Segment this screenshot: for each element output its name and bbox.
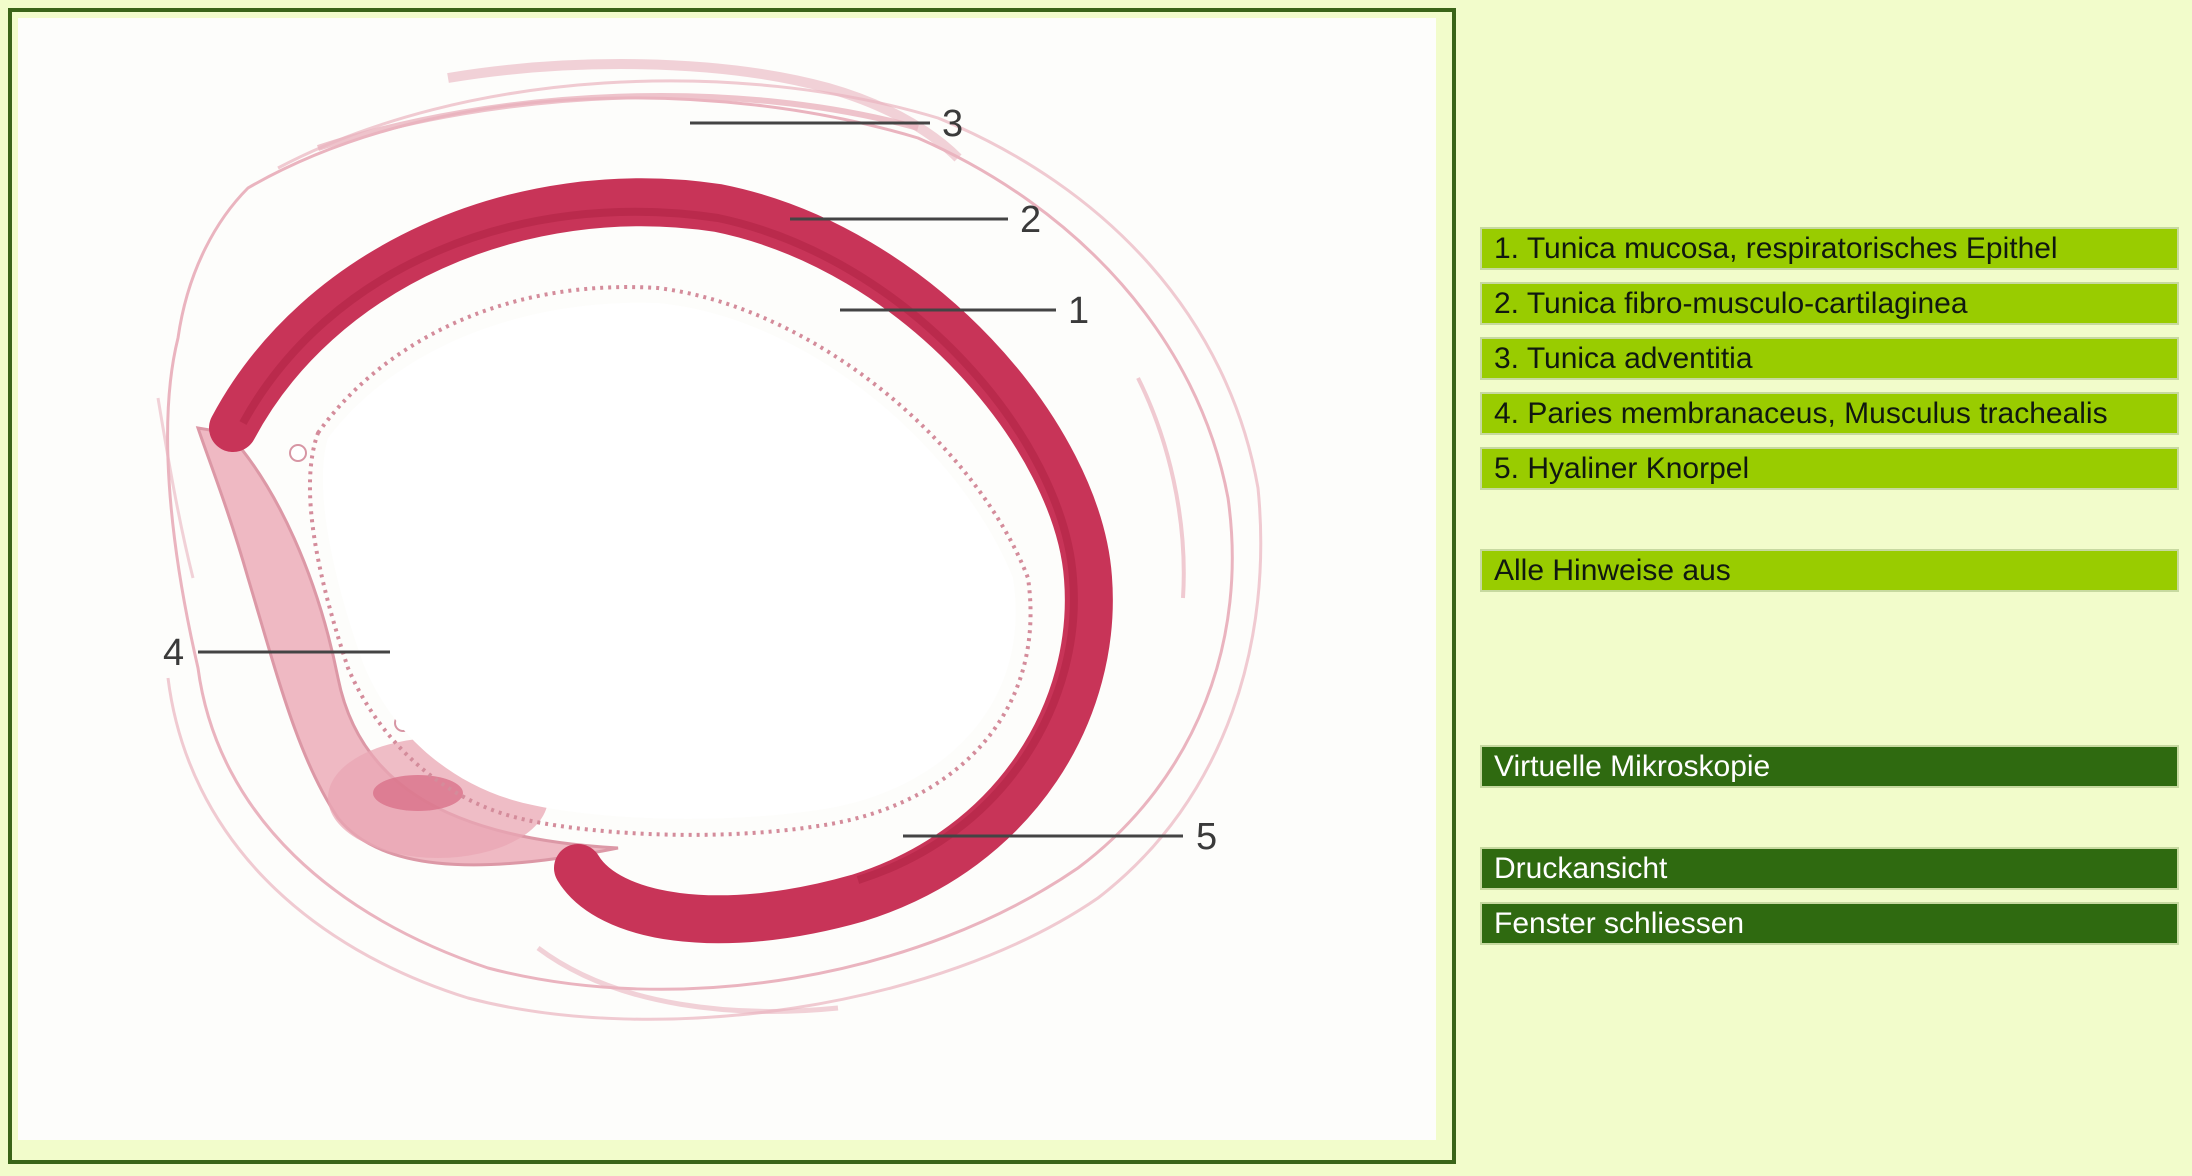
close-window-button[interactable]: Fenster schliessen xyxy=(1480,902,2179,945)
trachea-section: 3 2 1 4 5 xyxy=(156,59,1263,1021)
histology-image: 3 2 1 4 5 xyxy=(18,18,1436,1140)
label-1: 1 xyxy=(1068,290,1089,332)
lumen xyxy=(322,302,1016,819)
image-frame: 3 2 1 4 5 xyxy=(8,8,1456,1164)
hide-all-button[interactable]: Alle Hinweise aus xyxy=(1480,549,2179,592)
legend-button-3[interactable]: 3. Tunica adventitia xyxy=(1480,337,2179,380)
label-4: 4 xyxy=(163,632,184,674)
label-5: 5 xyxy=(1196,816,1217,858)
legend-button-2[interactable]: 2. Tunica fibro-musculo-cartilaginea xyxy=(1480,282,2179,325)
virtual-microscopy-button[interactable]: Virtuelle Mikroskopie xyxy=(1480,745,2179,788)
label-3: 3 xyxy=(942,103,963,145)
legend-button-4[interactable]: 4. Paries membranaceus, Musculus trachea… xyxy=(1480,392,2179,435)
legend-button-5[interactable]: 5. Hyaliner Knorpel xyxy=(1480,447,2179,490)
legend-button-1[interactable]: 1. Tunica mucosa, respiratorisches Epith… xyxy=(1480,227,2179,270)
print-view-button[interactable]: Druckansicht xyxy=(1480,847,2179,890)
label-2: 2 xyxy=(1020,199,1041,241)
sidebar: 1. Tunica mucosa, respiratorisches Epith… xyxy=(1480,0,2180,1176)
